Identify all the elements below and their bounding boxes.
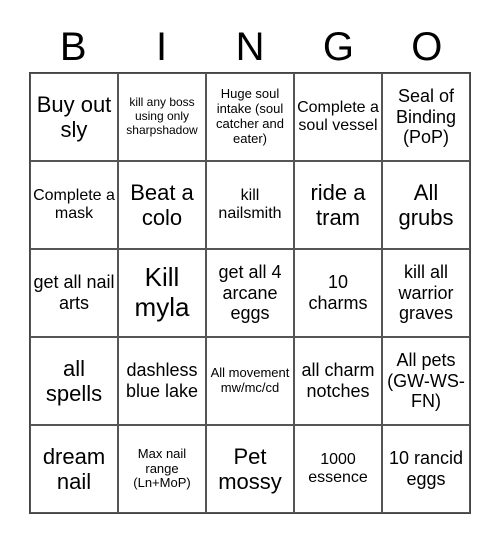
bingo-cell[interactable]: All grubs [382,161,470,249]
bingo-cell-label: Complete a mask [33,186,115,222]
bingo-cell[interactable]: ride a tram [294,161,382,249]
bingo-cell[interactable]: All movement mw/mc/cd [206,337,294,425]
bingo-cell[interactable]: Complete a mask [30,161,118,249]
bingo-cell[interactable]: kill all warrior graves [382,249,470,337]
bingo-cell[interactable]: dream nail [30,425,118,513]
bingo-cell[interactable]: all charm notches [294,337,382,425]
bingo-cell-label: 10 rancid eggs [388,448,464,489]
bingo-cell-label: Beat a colo [130,179,194,230]
bingo-cell-label: get all 4 arcane eggs [218,261,282,324]
bingo-cell-label: Buy out sly [36,91,112,142]
bingo-cell-label: 10 charms [308,272,368,313]
bingo-cell-label: kill nailsmith [218,186,282,222]
bingo-grid: Buy out sly kill any boss using only shar… [29,72,471,514]
bingo-cell[interactable]: 10 charms [294,249,382,337]
bingo-cell-label: all spells [45,355,103,406]
bingo-cell-label: Complete a soul vessel [297,98,379,134]
bingo-cell-label: All movement mw/mc/cd [210,365,290,395]
bingo-cell-label: ride a tram [310,179,366,230]
bingo-cell[interactable]: Kill myla [118,249,206,337]
bingo-cell-label: dashless blue lake [125,360,199,401]
bingo-cell[interactable]: All pets (GW-WS-FN) [382,337,470,425]
bingo-cell[interactable]: Complete a soul vessel [294,73,382,161]
bingo-cell-label: all charm notches [301,360,375,401]
bingo-cell-label: kill all warrior graves [398,261,454,324]
bingo-cell[interactable]: get all 4 arcane eggs [206,249,294,337]
bingo-cell[interactable]: kill any boss using only sharpshadow [118,73,206,161]
bingo-cell[interactable]: kill nailsmith [206,161,294,249]
bingo-cell[interactable]: Huge soul intake (soul catcher and eater… [206,73,294,161]
header-letter-n: N [235,25,265,69]
bingo-cell[interactable]: dashless blue lake [118,337,206,425]
bingo-cell-label: All pets (GW-WS-FN) [387,349,465,412]
bingo-cell[interactable]: 10 rancid eggs [382,425,470,513]
bingo-cell-label: Pet mossy [218,443,282,494]
bingo-cell-label: Seal of Binding (PoP) [395,85,457,148]
bingo-cell[interactable]: Seal of Binding (PoP) [382,73,470,161]
header-letter-b: B [59,25,87,69]
bingo-cell[interactable]: Beat a colo [118,161,206,249]
bingo-cell-label: Huge soul intake (soul catcher and eater… [216,86,284,146]
bingo-cell[interactable]: get all nail arts [30,249,118,337]
bingo-cell-label: Kill myla [134,262,190,322]
header-letter-i: I [156,25,168,69]
bingo-cell[interactable]: Pet mossy [206,425,294,513]
header-letter-g: G [322,25,354,69]
header-letter-o: O [411,25,443,69]
bingo-cell[interactable]: all spells [30,337,118,425]
bingo-cell[interactable]: Buy out sly [30,73,118,161]
bingo-cell-label: get all nail arts [33,272,115,313]
bingo-cell[interactable]: Max nail range (Ln+MoP) [118,425,206,513]
bingo-cell-label: kill any boss using only sharpshadow [126,95,198,137]
bingo-cell-label: Max nail range (Ln+MoP) [133,445,191,491]
bingo-cell-label: dream nail [42,443,106,494]
bingo-cell-label: 1000 essence [308,450,368,486]
bingo-cell-label: All grubs [398,179,454,230]
bingo-header: B I N G O [29,22,471,72]
bingo-cell[interactable]: 1000 essence [294,425,382,513]
